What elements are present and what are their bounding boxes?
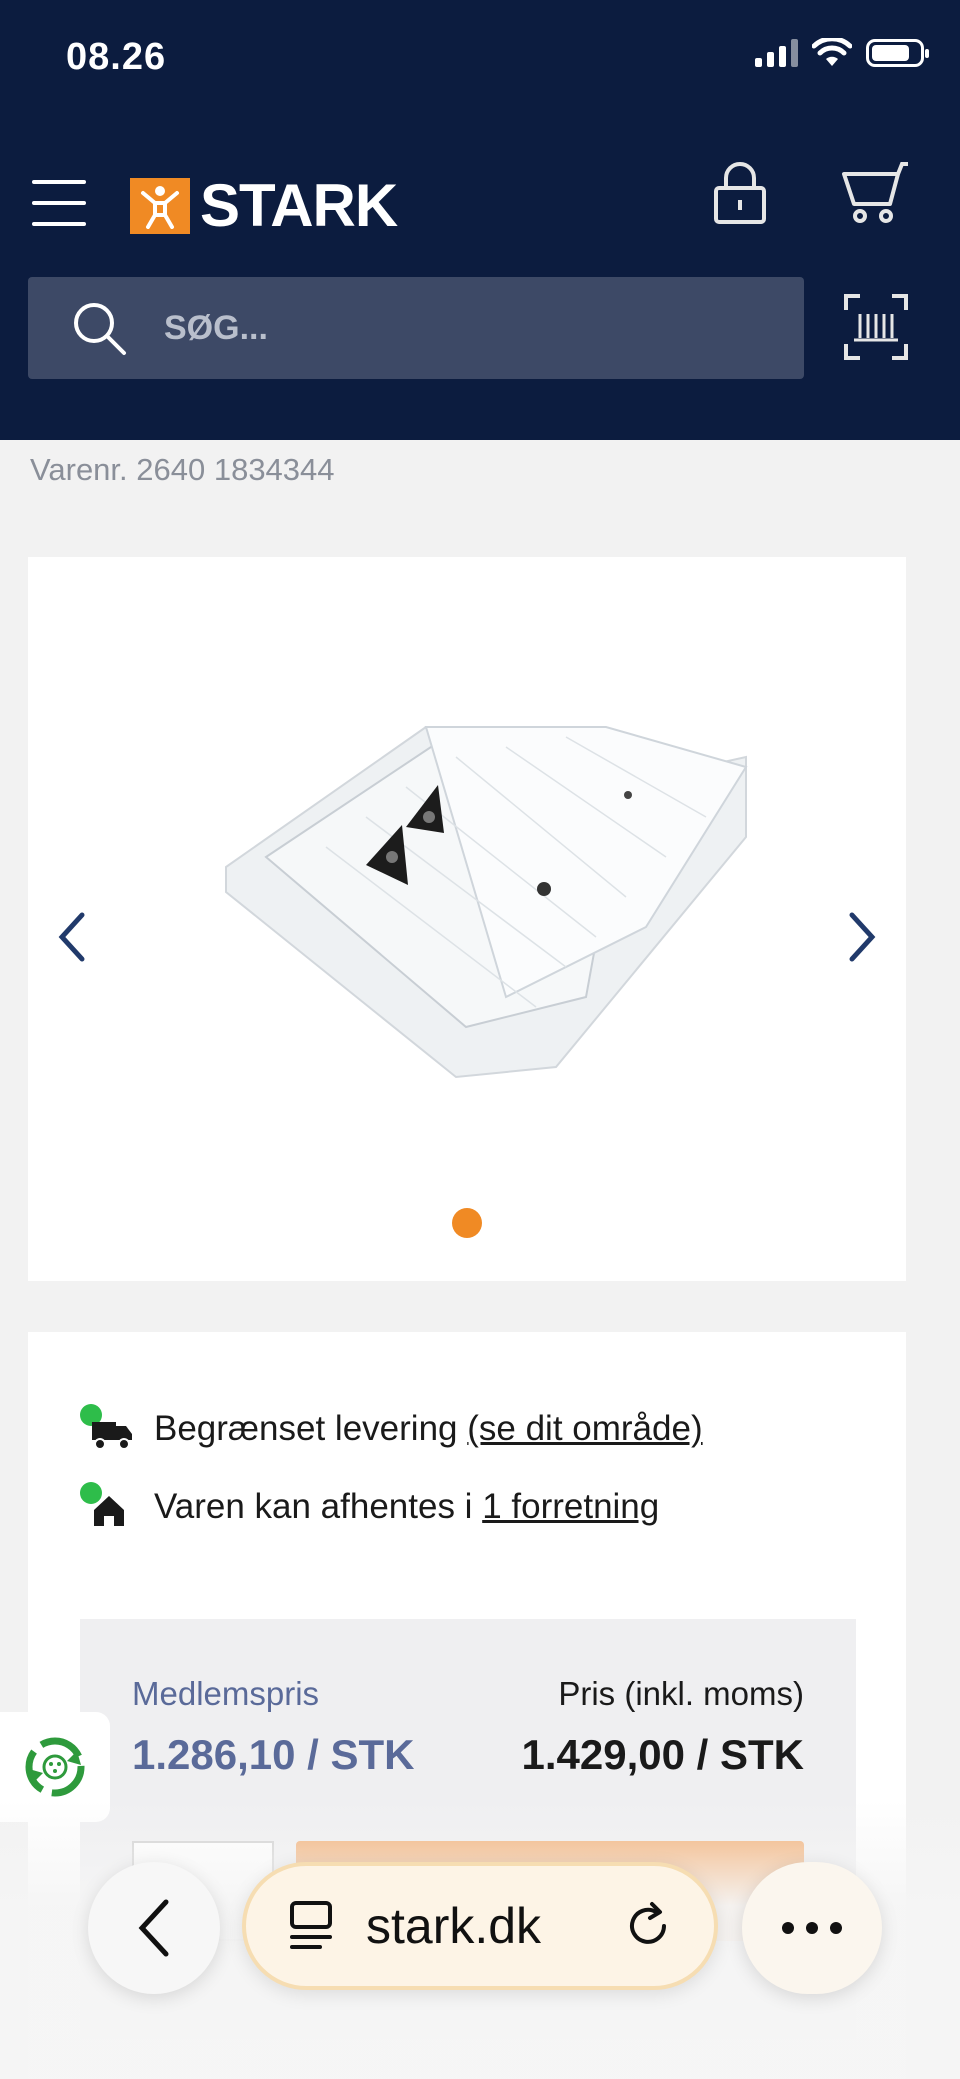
- pickup-store-link[interactable]: 1 forretning: [482, 1487, 659, 1526]
- price-value: 1.429,00 / STK: [521, 1731, 805, 1778]
- store-house-icon: [80, 1482, 134, 1532]
- search-icon: [74, 303, 126, 355]
- price-label: Pris (inkl. moms): [558, 1675, 804, 1712]
- reload-icon[interactable]: [622, 1900, 674, 1952]
- recycle-icon: [25, 1737, 85, 1797]
- search-bar[interactable]: [28, 277, 804, 379]
- app-header: 08.26 STARK: [0, 0, 960, 440]
- stark-logo[interactable]: STARK: [130, 172, 398, 239]
- battery-icon: [866, 39, 929, 67]
- pickup-availability-row: Varen kan afhentes i 1 forretning: [80, 1482, 659, 1532]
- gallery-pagination-dot-active[interactable]: [452, 1208, 482, 1238]
- browser-more-button[interactable]: [742, 1862, 882, 1994]
- status-icons: [755, 38, 929, 68]
- gallery-prev-arrow-icon[interactable]: [52, 907, 92, 967]
- browser-address-bar[interactable]: stark.dk: [242, 1862, 718, 1990]
- wifi-icon: [812, 38, 852, 66]
- lock-icon[interactable]: [712, 160, 768, 226]
- logo-text: STARK: [200, 172, 398, 239]
- more-dot-icon: [806, 1922, 818, 1934]
- pickup-text: Varen kan afhentes i: [154, 1487, 483, 1526]
- chevron-left-icon: [138, 1899, 169, 1957]
- browser-back-button[interactable]: [88, 1862, 220, 1994]
- delivery-truck-icon: [80, 1404, 134, 1454]
- cart-icon[interactable]: [840, 160, 908, 226]
- hamburger-menu-button[interactable]: [32, 180, 86, 226]
- gallery-next-arrow-icon[interactable]: [842, 907, 882, 967]
- more-dot-icon: [830, 1922, 842, 1934]
- stark-logo-mark-icon: [130, 178, 190, 234]
- member-price-label: Medlemspris: [132, 1675, 320, 1712]
- delivery-area-link[interactable]: (se dit område): [467, 1409, 702, 1448]
- product-image-gallery[interactable]: [28, 557, 906, 1281]
- search-input[interactable]: [164, 308, 764, 348]
- cellular-signal-icon: [755, 39, 798, 67]
- member-price-value: 1.286,10 / STK: [132, 1731, 415, 1778]
- delivery-text: Begrænset levering: [154, 1409, 468, 1448]
- product-sku: Varenr. 2640 1834344: [30, 452, 335, 487]
- status-time: 08.26: [66, 36, 167, 78]
- delivery-availability-row: Begrænset levering (se dit område): [80, 1404, 703, 1454]
- url-text: stark.dk: [366, 1898, 542, 1954]
- barcode-scan-icon[interactable]: [844, 294, 908, 360]
- more-dot-icon: [782, 1922, 794, 1934]
- product-image-tarpaulin: [225, 725, 748, 1079]
- tab-list-icon: [290, 1901, 332, 1949]
